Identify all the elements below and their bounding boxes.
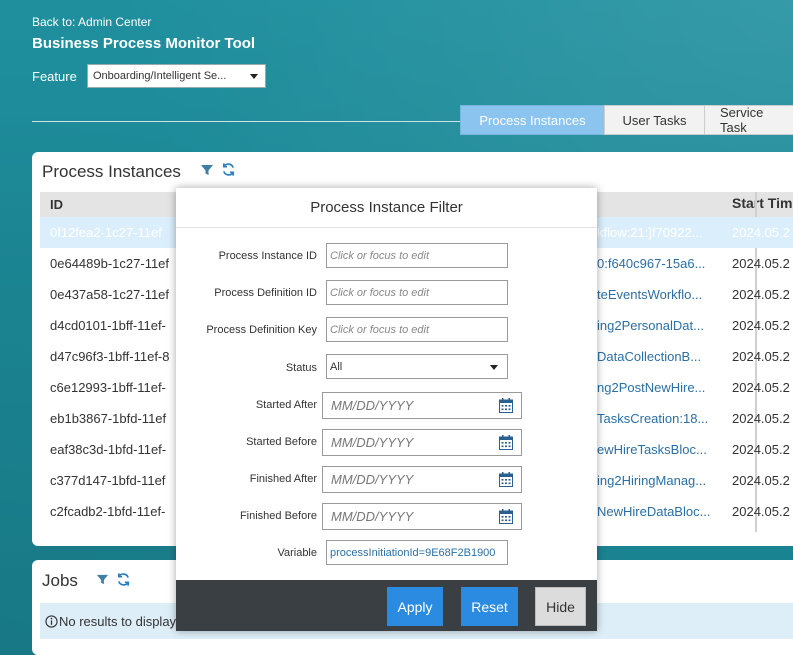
cell-definition-link[interactable]: ing2HiringManag... <box>597 473 706 488</box>
panel-title: Process Instances <box>42 162 181 181</box>
app-title: Business Process Monitor Tool <box>32 35 256 52</box>
cell-id: c2fcadb2-1bfd-11ef- <box>50 504 166 519</box>
filter-icon[interactable] <box>200 163 214 180</box>
started-after-date-input[interactable]: MM/DD/YYYY <box>322 392 522 419</box>
started-before-label: Started Before <box>246 436 317 448</box>
hide-button[interactable]: Hide <box>535 587 586 626</box>
cell-start-time: 2024.05.2 <box>732 256 790 271</box>
cell-definition-link[interactable]: NewHireDataBloc... <box>597 504 710 519</box>
jobs-filter-icon[interactable] <box>96 573 109 589</box>
finished-after-label: Finished After <box>249 473 317 485</box>
cell-definition-link[interactable]: teEventsWorkflo... <box>597 287 702 302</box>
jobs-title: Jobs <box>42 571 78 590</box>
process-instance-filter-dialog: Process Instance Filter Process Instance… <box>176 188 597 631</box>
cell-definition-link[interactable]: DataCollectionB... <box>597 349 701 364</box>
cell-definition-link[interactable]: TasksCreation:18... <box>597 411 708 426</box>
started-after-label: Started After <box>255 399 317 411</box>
feature-select-value: Onboarding/Intelligent Se... <box>93 70 227 82</box>
feature-label: Feature <box>32 69 77 84</box>
cell-definition-link[interactable]: 0:f640c967-15a6... <box>597 256 705 271</box>
status-select[interactable]: All <box>326 354 508 379</box>
cell-start-time: 2024.05.2 <box>732 504 790 519</box>
calendar-icon[interactable] <box>499 398 513 416</box>
chevron-down-icon <box>490 365 498 370</box>
cell-start-time: 2024.05.2 <box>732 442 790 457</box>
no-results-text: No results to display <box>59 613 177 629</box>
finished-after-date-input[interactable]: MM/DD/YYYY <box>322 466 522 493</box>
cell-start-time: 2024.05.2 <box>732 473 790 488</box>
variable-input[interactable]: processInitiationId=9E68F2B1900 <box>326 540 508 565</box>
info-icon <box>45 614 58 628</box>
cell-id: d4cd0101-1bff-11ef- <box>50 318 166 333</box>
cell-id: eb1b3867-1bfd-11ef <box>50 411 167 426</box>
cell-definition-link[interactable]: ing2PersonalDat... <box>597 318 704 333</box>
status-select-value: All <box>330 360 343 373</box>
cell-start-time: 2024.05.2 <box>732 380 790 395</box>
cell-id: c377d147-1bfd-11ef <box>50 473 166 488</box>
cell-definition-link[interactable]: ng2PostNewHire... <box>597 380 705 395</box>
back-link[interactable]: Back to: Admin Center <box>32 15 151 29</box>
feature-select[interactable]: Onboarding/Intelligent Se... <box>87 64 266 88</box>
reset-button[interactable]: Reset <box>461 587 518 626</box>
cell-start-time: 2024.05.2 <box>732 318 790 333</box>
tab-user-tasks[interactable]: User Tasks <box>604 105 704 135</box>
calendar-icon[interactable] <box>499 472 513 490</box>
column-header-id[interactable]: ID <box>50 197 63 212</box>
cell-start-time: 2024.05.2 <box>732 411 790 426</box>
cell-start-time: 2024.05.2 <box>732 225 790 240</box>
finished-after-placeholder: MM/DD/YYYY <box>331 472 414 487</box>
status-label: Status <box>285 362 317 374</box>
started-before-placeholder: MM/DD/YYYY <box>331 435 414 450</box>
tab-service-tasks[interactable]: Service Task <box>704 105 793 135</box>
process-instance-id-label: Process Instance ID <box>218 250 317 262</box>
cell-definition-link[interactable]: kflow:21:]f70922... <box>597 225 703 240</box>
cell-id: 0e64489b-1c27-11ef <box>50 256 170 271</box>
cell-id: eaf38c3d-1bfd-11ef- <box>50 442 167 457</box>
cell-id: d47c96f3-1bff-11ef-8 <box>50 349 170 364</box>
chevron-down-icon <box>250 74 258 79</box>
process-definition-id-label: Process Definition ID <box>214 287 317 299</box>
started-after-placeholder: MM/DD/YYYY <box>331 398 414 413</box>
refresh-icon[interactable] <box>221 162 236 180</box>
finished-before-placeholder: MM/DD/YYYY <box>331 509 414 524</box>
started-before-date-input[interactable]: MM/DD/YYYY <box>322 429 522 456</box>
tab-process-instances[interactable]: Process Instances <box>460 105 604 135</box>
dialog-footer: Apply Reset Hide <box>176 580 597 631</box>
cell-definition-link[interactable]: ewHireTasksBloc... <box>597 442 707 457</box>
cell-start-time: 2024.05.2 <box>732 349 790 364</box>
process-instance-id-input[interactable]: Click or focus to edit <box>326 243 508 268</box>
tab-bar: Process Instances User Tasks Service Tas… <box>460 105 793 135</box>
column-header-start-time[interactable]: Start Tim <box>732 195 792 211</box>
apply-button[interactable]: Apply <box>387 587 443 626</box>
header-divider <box>32 121 461 122</box>
calendar-icon[interactable] <box>499 435 513 453</box>
dialog-title: Process Instance Filter <box>176 188 597 228</box>
finished-before-label: Finished Before <box>239 510 317 522</box>
cell-id: c6e12993-1bff-11ef- <box>50 380 166 395</box>
cell-id: 0e437a58-1c27-11ef <box>50 287 170 302</box>
cell-start-time: 2024.05.2 <box>732 287 790 302</box>
process-definition-key-input[interactable]: Click or focus to edit <box>326 317 508 342</box>
jobs-refresh-icon[interactable] <box>116 572 131 590</box>
process-definition-id-input[interactable]: Click or focus to edit <box>326 280 508 305</box>
variable-label: Variable <box>277 547 317 559</box>
finished-before-date-input[interactable]: MM/DD/YYYY <box>322 503 522 530</box>
calendar-icon[interactable] <box>499 509 513 527</box>
process-definition-key-label: Process Definition Key <box>206 324 317 336</box>
cell-id: 0f12fea2-1c27-11ef <box>50 225 162 240</box>
